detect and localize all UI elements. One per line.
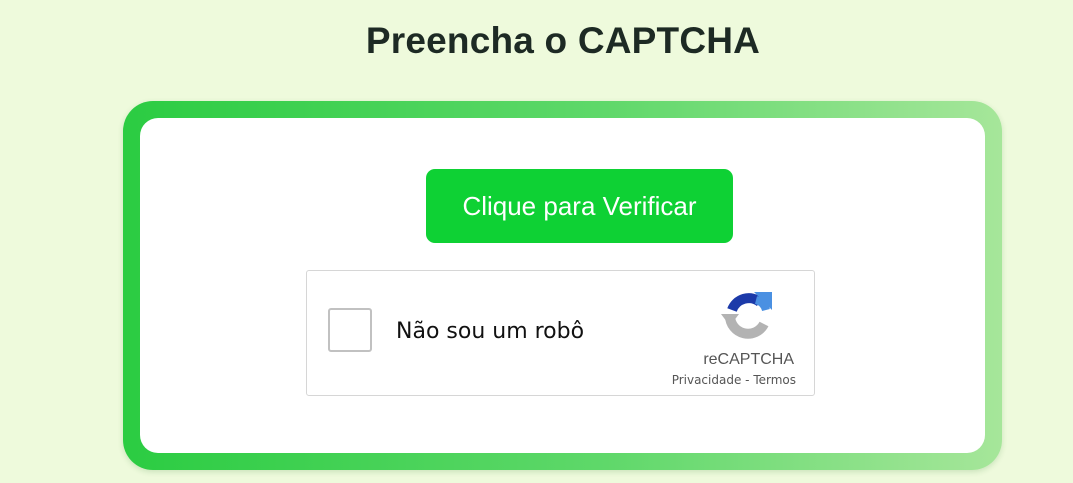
not-robot-label: Não sou um robô: [396, 319, 585, 344]
recaptcha-widget: Não sou um robô reCAPTCHA Privacidade - …: [306, 270, 815, 396]
page-title: Preencha o CAPTCHA: [365, 20, 761, 61]
not-robot-checkbox[interactable]: [328, 308, 372, 352]
recaptcha-brand: reCAPTCHA: [703, 351, 794, 368]
recaptcha-logo-icon: [721, 292, 772, 339]
privacy-link[interactable]: Privacidade: [672, 373, 742, 387]
terms-link[interactable]: Termos: [753, 373, 796, 387]
captcha-frame: Clique para Verificar Não sou um robô re…: [123, 101, 1002, 470]
recaptcha-links: Privacidade - Termos: [672, 373, 796, 387]
captcha-page: Preencha o CAPTCHA Clique para Verificar…: [0, 0, 1073, 483]
verify-button[interactable]: Clique para Verificar: [426, 169, 733, 243]
links-separator: -: [741, 373, 754, 387]
captcha-panel: Clique para Verificar Não sou um robô re…: [140, 118, 985, 453]
